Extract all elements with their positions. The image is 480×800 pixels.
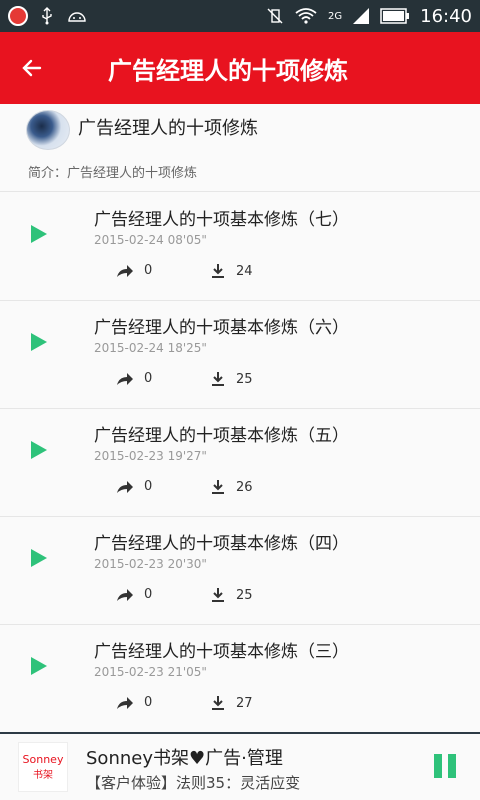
play-icon[interactable] bbox=[28, 331, 50, 353]
episode-meta: 2015-02-24 08'05" bbox=[94, 233, 207, 247]
share-icon bbox=[117, 480, 133, 493]
usb-icon bbox=[42, 7, 52, 25]
page-title: 广告经理人的十项修炼 bbox=[108, 56, 348, 85]
status-left-icons bbox=[8, 6, 88, 26]
episode-date: 2015-02-24 bbox=[94, 341, 164, 355]
share-stat[interactable]: 0 bbox=[116, 695, 152, 710]
pause-icon bbox=[434, 754, 442, 778]
battery-icon bbox=[380, 8, 410, 24]
share-icon bbox=[117, 372, 133, 385]
share-count: 0 bbox=[144, 263, 153, 278]
share-stat[interactable]: 0 bbox=[116, 587, 152, 602]
episode-item[interactable]: 广告经理人的十项基本修炼（六） 2015-02-24 18'25" 0 25 bbox=[0, 301, 480, 409]
pause-button[interactable] bbox=[434, 754, 458, 778]
episode-meta: 2015-02-23 21'05" bbox=[94, 665, 207, 679]
android-icon bbox=[68, 12, 86, 22]
share-stat[interactable]: 0 bbox=[116, 263, 152, 278]
player-title: Sonney书架♥广告·管理 bbox=[86, 748, 283, 769]
player-artwork: Sonney 书架 bbox=[18, 742, 68, 792]
episode-item[interactable]: 广告经理人的十项基本修炼（七） 2015-02-24 08'05" 0 24 bbox=[0, 193, 480, 301]
app-notification-icon bbox=[8, 6, 28, 26]
play-icon[interactable] bbox=[28, 547, 50, 569]
status-right-icons: 2G 16:40 bbox=[266, 6, 472, 27]
download-count: 25 bbox=[236, 371, 253, 387]
episode-duration: 20'30" bbox=[167, 557, 207, 571]
pause-icon bbox=[448, 754, 456, 778]
album-header: 广告经理人的十项修炼 简介：广告经理人的十项修炼 bbox=[0, 104, 480, 192]
wifi-icon bbox=[295, 8, 317, 24]
episode-duration: 18'25" bbox=[167, 341, 207, 355]
download-stat[interactable]: 25 bbox=[210, 371, 253, 387]
signal-icon bbox=[353, 8, 370, 24]
episode-date: 2015-02-23 bbox=[94, 449, 164, 463]
share-icon bbox=[117, 264, 133, 277]
play-icon[interactable] bbox=[28, 223, 50, 245]
play-icon[interactable] bbox=[28, 655, 50, 677]
vibrate-off-icon bbox=[267, 8, 283, 24]
episode-meta: 2015-02-23 19'27" bbox=[94, 449, 207, 463]
episode-duration: 19'27" bbox=[167, 449, 207, 463]
episode-meta: 2015-02-23 20'30" bbox=[94, 557, 207, 571]
download-count: 24 bbox=[236, 263, 253, 279]
share-count: 0 bbox=[144, 587, 153, 602]
back-button[interactable] bbox=[0, 32, 64, 104]
episode-title: 广告经理人的十项基本修炼（六） bbox=[94, 318, 349, 338]
episode-title: 广告经理人的十项基本修炼（五） bbox=[94, 426, 349, 446]
arrow-left-icon bbox=[22, 59, 42, 77]
episode-duration: 08'05" bbox=[167, 233, 207, 247]
play-icon[interactable] bbox=[28, 439, 50, 461]
download-count: 26 bbox=[236, 479, 253, 495]
artwork-brand-sub: 书架 bbox=[33, 770, 53, 781]
download-icon bbox=[212, 480, 224, 494]
episode-date: 2015-02-24 bbox=[94, 233, 164, 247]
episode-title: 广告经理人的十项基本修炼（三） bbox=[94, 642, 349, 662]
download-count: 25 bbox=[236, 587, 253, 603]
download-icon bbox=[212, 588, 224, 602]
share-icon bbox=[117, 588, 133, 601]
status-bar: 2G 16:40 bbox=[0, 0, 480, 32]
download-stat[interactable]: 26 bbox=[210, 479, 253, 495]
episode-title: 广告经理人的十项基本修炼（七） bbox=[94, 210, 349, 230]
episode-item[interactable]: 广告经理人的十项基本修炼（三） 2015-02-23 21'05" 0 27 bbox=[0, 625, 480, 733]
share-stat[interactable]: 0 bbox=[116, 479, 152, 494]
album-title: 广告经理人的十项修炼 bbox=[78, 118, 258, 139]
player-subtitle: 【客户体验】法则35：灵活应变 bbox=[86, 774, 301, 792]
album-cover-image bbox=[26, 110, 70, 150]
episode-duration: 21'05" bbox=[167, 665, 207, 679]
download-icon bbox=[212, 696, 224, 710]
episode-meta: 2015-02-24 18'25" bbox=[94, 341, 207, 355]
share-count: 0 bbox=[144, 695, 153, 710]
download-icon bbox=[212, 264, 224, 278]
album-intro: 简介：广告经理人的十项修炼 bbox=[28, 166, 198, 181]
clock: 16:40 bbox=[420, 5, 472, 27]
share-icon bbox=[117, 696, 133, 709]
episode-item[interactable]: 广告经理人的十项基本修炼（五） 2015-02-23 19'27" 0 26 bbox=[0, 409, 480, 517]
download-icon bbox=[212, 372, 224, 386]
artwork-brand: Sonney bbox=[22, 753, 64, 766]
share-count: 0 bbox=[144, 371, 153, 386]
download-stat[interactable]: 27 bbox=[210, 695, 253, 711]
download-count: 27 bbox=[236, 695, 253, 711]
share-count: 0 bbox=[144, 479, 153, 494]
episode-item[interactable]: 广告经理人的十项基本修炼（四） 2015-02-23 20'30" 0 25 bbox=[0, 517, 480, 625]
episode-title: 广告经理人的十项基本修炼（四） bbox=[94, 534, 349, 554]
episode-date: 2015-02-23 bbox=[94, 665, 164, 679]
share-stat[interactable]: 0 bbox=[116, 371, 152, 386]
download-stat[interactable]: 24 bbox=[210, 263, 253, 279]
episode-date: 2015-02-23 bbox=[94, 557, 164, 571]
mini-player[interactable]: Sonney 书架 Sonney书架♥广告·管理 【客户体验】法则35：灵活应变 bbox=[0, 732, 480, 800]
download-stat[interactable]: 25 bbox=[210, 587, 253, 603]
network-type: 2G bbox=[328, 10, 343, 22]
app-bar: 广告经理人的十项修炼 bbox=[0, 32, 480, 104]
